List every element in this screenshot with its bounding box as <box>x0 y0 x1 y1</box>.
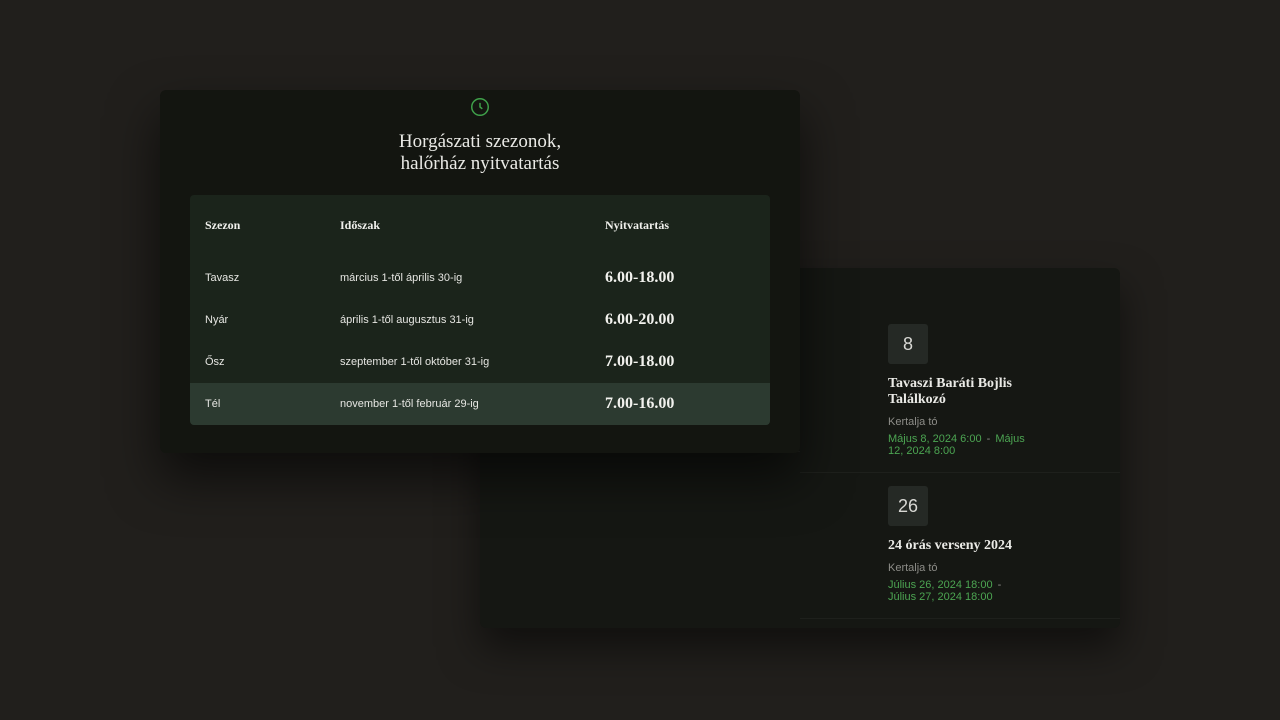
hours-cell: 7.00-18.00 <box>605 353 755 371</box>
event-item[interactable]: 26 24 órás verseny 2024 Kertalja tó Júli… <box>800 473 1120 619</box>
col-hours-header: Nyitvatartás <box>605 218 755 233</box>
season-cell: Nyár <box>205 314 340 326</box>
season-cell: Ősz <box>205 356 340 368</box>
seasons-card: Horgászati szezonok, halőrház nyitvatart… <box>160 90 800 453</box>
hours-cell: 6.00-20.00 <box>605 311 755 329</box>
seasons-title: Horgászati szezonok, halőrház nyitvatart… <box>350 131 610 175</box>
period-cell: március 1-től április 30-ig <box>340 272 605 284</box>
hours-cell: 6.00-18.00 <box>605 269 755 287</box>
event-dates: Július 26, 2024 18:00 - Július 27, 2024 … <box>888 579 1032 603</box>
period-cell: szeptember 1-től október 31-ig <box>340 356 605 368</box>
clock-icon <box>469 96 491 118</box>
table-row: Tavasz március 1-től április 30-ig 6.00-… <box>190 257 770 299</box>
event-item[interactable]: 16 Őszi Baráti Bojlis Találkozó Sződönyi… <box>800 619 1120 628</box>
event-title: 24 órás verseny 2024 <box>888 538 1032 554</box>
event-location: Kertalja tó <box>888 416 1032 428</box>
table-row: Ősz szeptember 1-től október 31-ig 7.00-… <box>190 341 770 383</box>
table-row-current: Tél november 1-től február 29-ig 7.00-16… <box>190 383 770 425</box>
seasons-header: Horgászati szezonok, halőrház nyitvatart… <box>160 90 800 175</box>
seasons-table: Szezon Időszak Nyitvatartás Tavasz márci… <box>190 195 770 425</box>
event-dates: Május 8, 2024 6:00 - Május 12, 2024 8:00 <box>888 433 1032 457</box>
event-day-badge: 8 <box>888 324 928 364</box>
table-row: Nyár április 1-től augusztus 31-ig 6.00-… <box>190 299 770 341</box>
event-day-badge: 26 <box>888 486 928 526</box>
col-period-header: Időszak <box>340 218 605 233</box>
event-location: Kertalja tó <box>888 562 1032 574</box>
period-cell: november 1-től február 29-ig <box>340 398 605 410</box>
hours-cell: 7.00-16.00 <box>605 395 755 413</box>
period-cell: április 1-től augusztus 31-ig <box>340 314 605 326</box>
event-title: Tavaszi Baráti Bojlis Találkozó <box>888 376 1032 408</box>
events-col-right: 8 Tavaszi Baráti Bojlis Találkozó Kertal… <box>800 268 1120 628</box>
season-cell: Tavasz <box>205 272 340 284</box>
table-header-row: Szezon Időszak Nyitvatartás <box>190 195 770 257</box>
event-item[interactable]: 8 Tavaszi Baráti Bojlis Találkozó Kertal… <box>800 268 1120 473</box>
season-cell: Tél <box>205 398 340 410</box>
col-season-header: Szezon <box>205 218 340 233</box>
